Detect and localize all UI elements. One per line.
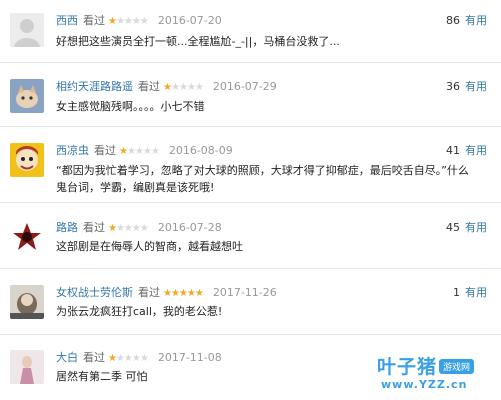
useful-vote[interactable]: 41 有用 [446,143,487,159]
review-header: 西西 看过 ★★★★★ 2016-07-20 [56,13,222,29]
rating-stars: ★★★★★ [119,146,160,157]
useful-button[interactable]: 有用 [465,221,487,234]
review-comment: 这部剧是在侮辱人的智商，越看越想吐 [56,240,243,253]
watermark-title: 叶子猪 [377,356,438,378]
watched-status: 看过 [138,80,160,93]
user-avatar-image [10,285,44,319]
review-date: 2017-11-08 [157,351,222,364]
user-avatar-image [10,143,44,177]
review-date: 2016-07-20 [157,14,222,27]
review-comment: “都因为我忙着学习，忽略了对大球的照顾，大球才得了抑郁症，最后咬舌自尽。”什么鬼… [56,164,469,194]
review-header: 相约天涯路路遥 看过 ★★★★★ 2016-07-29 [56,79,277,95]
watched-status: 看过 [83,14,105,27]
username-link[interactable]: 西西 [56,14,78,27]
review-item: 相约天涯路路遥 看过 ★★★★★ 2016-07-29 36 有用 女主感觉脑残啊。。。… [0,63,501,125]
avatar[interactable] [10,220,44,254]
user-avatar-image [10,220,44,254]
review-comment: 好想把这些演员全打一顿...全程尴尬-_-||，马桶台没救了... [56,35,340,48]
review-header: 路路 看过 ★★★★★ 2016-07-28 [56,220,222,236]
user-avatar-image [10,79,44,113]
rating-stars: ★★★★★ [163,82,204,93]
review-date: 2016-08-09 [168,144,233,157]
review-item: 西西 看过 ★★★★★ 2016-07-20 86 有用 好想把这些演员全打一顿...全… [0,0,501,59]
username-link[interactable]: 大白 [56,351,78,364]
review-date: 2016-07-28 [157,221,222,234]
review-header: 女权战士劳伦斯 看过 ★★★★★ 2017-11-26 [56,285,277,301]
watched-status: 看过 [83,221,105,234]
username-link[interactable]: 西凉虫 [56,144,89,157]
username-link[interactable]: 路路 [56,221,78,234]
user-avatar-image [10,350,44,384]
rating-stars: ★★★★★ [163,288,204,299]
review-comment: 为张云龙疯狂打call，我的老公惹! [56,305,223,318]
useful-button[interactable]: 有用 [465,14,487,27]
useful-button[interactable]: 有用 [465,286,487,299]
username-link[interactable]: 女权战士劳伦斯 [56,286,133,299]
useful-vote[interactable]: 36 有用 [446,79,487,95]
avatar[interactable] [10,13,44,47]
review-date: 2016-07-29 [212,80,277,93]
review-date: 2017-11-26 [212,286,277,299]
useful-count: 36 [446,80,460,93]
review-header: 西凉虫 看过 ★★★★★ 2016-08-09 [56,143,233,159]
watched-status: 看过 [83,351,105,364]
useful-vote[interactable]: 45 有用 [446,220,487,236]
avatar[interactable] [10,350,44,384]
avatar[interactable] [10,79,44,113]
review-header: 大白 看过 ★★★★★ 2017-11-08 [56,350,222,366]
useful-count: 41 [446,144,460,157]
watched-status: 看过 [138,286,160,299]
rating-stars: ★★★★★ [108,353,149,364]
watermark-badge: 游戏网 [439,359,475,374]
watermark-logo: 叶子猪 游戏网 [377,352,475,379]
watermark-url: www.YZZ.cn [381,378,468,391]
watched-status: 看过 [94,144,116,157]
useful-button[interactable]: 有用 [465,80,487,93]
review-item: 路路 看过 ★★★★★ 2016-07-28 45 有用 这部剧是在侮辱人的智商，越看越… [0,203,501,267]
review-item: 西凉虫 看过 ★★★★★ 2016-08-09 41 有用 “都因为我忙着学习，忽略了对… [0,127,501,201]
avatar[interactable] [10,285,44,319]
site-watermark: 叶子猪 游戏网 www.YZZ.cn [377,352,487,394]
default-avatar-icon [10,13,44,47]
username-link[interactable]: 相约天涯路路遥 [56,80,133,93]
useful-button[interactable]: 有用 [465,144,487,157]
useful-count: 1 [453,286,460,299]
avatar[interactable] [10,143,44,177]
useful-vote[interactable]: 86 有用 [446,13,487,29]
useful-count: 45 [446,221,460,234]
rating-stars: ★★★★★ [108,223,149,234]
useful-count: 86 [446,14,460,27]
useful-vote[interactable]: 1 有用 [453,285,487,301]
review-item: 女权战士劳伦斯 看过 ★★★★★ 2017-11-26 1 有用 为张云龙疯狂打call… [0,269,501,333]
rating-stars: ★★★★★ [108,16,149,27]
review-comment: 女主感觉脑残啊。。。。小七不错 [56,100,205,113]
